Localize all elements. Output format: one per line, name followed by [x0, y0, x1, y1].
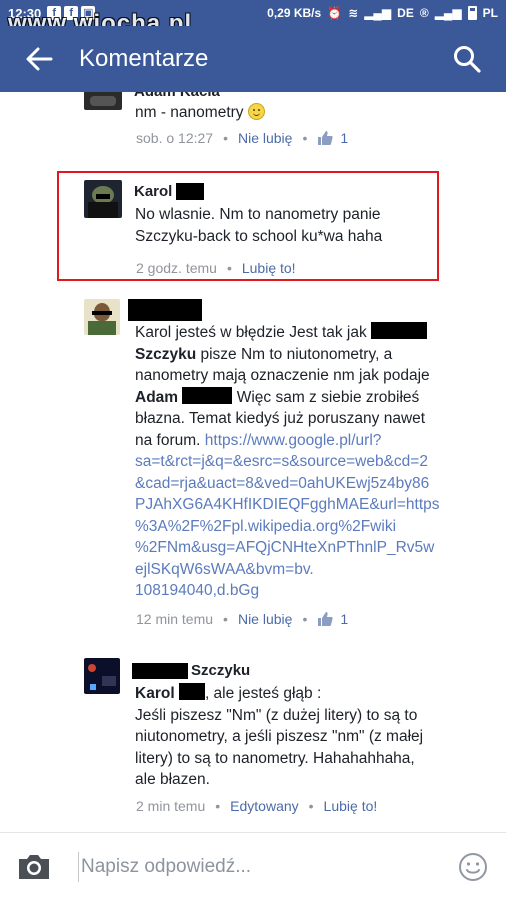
author-redaction-bar [128, 299, 202, 321]
comment-time: 2 godz. temu [136, 260, 217, 276]
app-bar: Komentarze [0, 26, 506, 92]
google-link-cont[interactable]: sa=t&rct=j&q=&esrc=s&source=web&cd=2 [135, 451, 495, 473]
comment-meta: 2 min temu • Edytowany • Lubię to! [136, 798, 378, 814]
avatar[interactable] [84, 92, 122, 110]
edited-label[interactable]: Edytowany [230, 798, 298, 814]
avatar[interactable] [84, 299, 120, 335]
comment-text: nm - nanometry [135, 102, 265, 124]
thumbs-up-icon [318, 131, 334, 145]
search-icon[interactable] [452, 44, 482, 74]
comment-text: Karol jesteś w błędzie Jest tak jak Szcz… [135, 322, 495, 602]
google-link-cont[interactable]: PJAhXG6A4KHfIKDIEQFgghMAE&url=https [135, 494, 495, 516]
comment-author-suffix[interactable]: Szczyku [191, 662, 250, 679]
comment-author[interactable]: Karol [134, 183, 172, 200]
google-link-cont[interactable]: %3A%2F%2Fpl.wikipedia.org%2Fwiki [135, 516, 495, 538]
camera-icon[interactable] [16, 852, 52, 882]
network-label: DE [397, 6, 414, 20]
status-indicators: 0,29 KB/s ⏰ ≋ ▂▄▆ DE ® ▂▄▆ PL [267, 6, 498, 20]
comment-item: Karol jesteś w błędzie Jest tak jak Szcz… [0, 292, 506, 632]
likes-count[interactable]: 1 [317, 611, 348, 627]
comment-meta: 2 godz. temu • Lubię to! [136, 260, 296, 276]
unlike-button[interactable]: Nie lubię [238, 611, 292, 627]
region-label: PL [482, 6, 498, 20]
like-button[interactable]: Lubię to! [242, 260, 296, 276]
comment-item: Karol No wlasnie. Nm to nanometry panie … [0, 174, 506, 276]
redaction-bar [178, 683, 205, 700]
reply-input[interactable] [81, 851, 458, 882]
comment-composer [0, 832, 506, 900]
unlike-button[interactable]: Nie lubię [238, 130, 292, 146]
comment-item: Szczyku Karol , ale jesteś głąb : Jeśli … [0, 652, 506, 822]
comment-text: No wlasnie. Nm to nanometry panie Szczyk… [135, 206, 383, 245]
avatar[interactable] [84, 180, 122, 218]
like-button[interactable]: Lubię to! [324, 798, 378, 814]
avatar[interactable] [84, 658, 120, 694]
smile-emoji-icon [247, 103, 265, 120]
signal-icon-2: ▂▄▆ [434, 6, 462, 20]
redaction-bar [176, 183, 205, 200]
roaming-icon: ® [419, 6, 429, 20]
google-link[interactable]: https://www.google.pl/url? [205, 432, 382, 449]
comment-meta: 12 min temu • Nie lubię • 1 [136, 611, 349, 627]
google-link-cont[interactable]: &cad=rja&uact=8&ved=0ahUKEwj5z4by86 [135, 473, 495, 495]
comment-time: 2 min temu [136, 798, 206, 814]
author-redaction-bar [132, 662, 188, 679]
redaction-bar [371, 322, 428, 339]
comment-time: sob. o 12:27 [136, 130, 214, 146]
alarm-icon: ⏰ [327, 6, 343, 20]
likes-count[interactable]: 1 [317, 130, 348, 146]
google-link-cont[interactable]: ejlSKqW6sWAA&bvm=bv. [135, 559, 495, 581]
comment-meta: sob. o 12:27 • Nie lubię • 1 [136, 130, 349, 146]
back-arrow-icon[interactable] [25, 45, 53, 73]
google-link-cont[interactable]: %2FNm&usg=AFQjCNHteXnPThnlP_Rv5w [135, 537, 495, 559]
thumbs-up-icon [318, 612, 333, 626]
comment-time: 12 min temu [136, 611, 214, 627]
comment-item: Adam Kacia nm - nanometry sob. o 12:27 •… [0, 92, 506, 162]
smiley-icon[interactable] [458, 852, 488, 882]
network-speed: 0,29 KB/s [267, 6, 322, 20]
signal-icon: ▂▄▆ [364, 6, 392, 20]
page-title: Komentarze [79, 45, 209, 72]
wifi-icon: ≋ [348, 6, 359, 20]
divider [78, 851, 79, 882]
redaction-bar [182, 386, 233, 404]
google-link-cont[interactable]: 108194040,d.bGg [135, 580, 495, 602]
battery-icon [467, 6, 477, 20]
comment-author[interactable]: Adam Kacia [134, 92, 220, 100]
comments-list: Adam Kacia nm - nanometry sob. o 12:27 •… [0, 92, 506, 832]
comment-text: Karol , ale jesteś głąb : Jeśli piszesz … [135, 683, 424, 788]
